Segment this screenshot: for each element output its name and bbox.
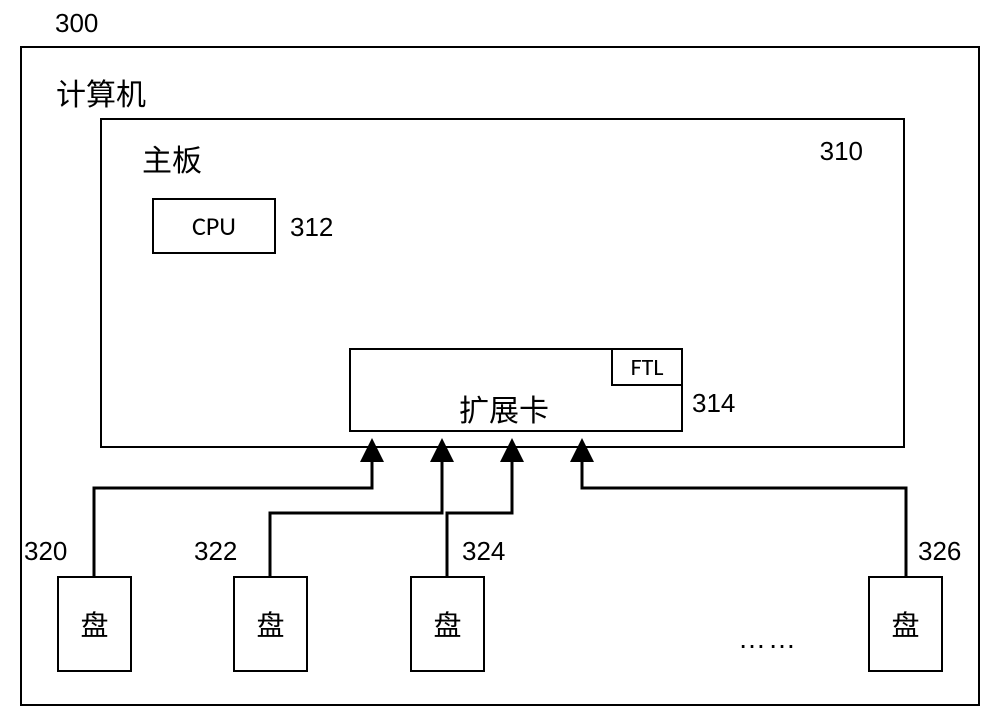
arrow-disk-320 [22, 48, 982, 708]
disk-number-322: 322 [194, 536, 237, 567]
disk-box-322: 盘 [233, 576, 308, 672]
disk-box-320: 盘 [57, 576, 132, 672]
ellipsis: …… [738, 623, 798, 655]
disk-number-324: 324 [462, 536, 505, 567]
disk-box-326: 盘 [868, 576, 943, 672]
figure-number: 300 [55, 8, 98, 39]
disk-number-326: 326 [918, 536, 961, 567]
disk-number-320: 320 [24, 536, 67, 567]
computer-container: 计算机 主板 310 CPU 312 扩展卡 FTL 314 320 盘 322… [20, 46, 980, 706]
disk-box-324: 盘 [410, 576, 485, 672]
